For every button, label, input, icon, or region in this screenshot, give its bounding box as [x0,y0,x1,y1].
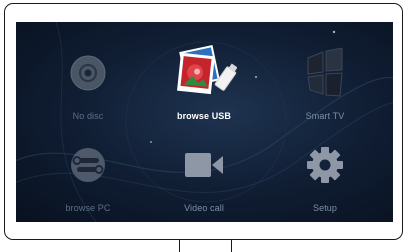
disc-icon [33,44,143,102]
menu-item-label: No disc [72,111,104,121]
menu-item-label: Smart TV [305,111,345,121]
menu-item-no-disc[interactable]: No disc [33,42,143,132]
menu-item-video-call[interactable]: Video call [149,134,259,222]
menu-item-browse-usb[interactable]: browse USB [149,42,259,132]
smart-tv-window-icon [270,44,380,102]
tv-stand [179,239,232,252]
menu-item-browse-pc[interactable]: browse PC [33,134,143,222]
usb-photos-icon [149,44,259,102]
menu-item-label: Setup [312,203,338,213]
network-pc-icon [33,136,143,194]
menu-item-smart-tv[interactable]: Smart TV [270,42,380,132]
menu-item-setup[interactable]: Setup [270,134,380,222]
menu-item-label: browse USB [176,111,231,121]
menu-item-label: Video call [184,203,224,213]
tv-screen: No disc browse USB Smart TV browse PC Vi… [16,22,393,222]
menu-item-label: browse PC [65,203,111,213]
video-camera-icon [149,136,259,194]
gear-icon [270,136,380,194]
